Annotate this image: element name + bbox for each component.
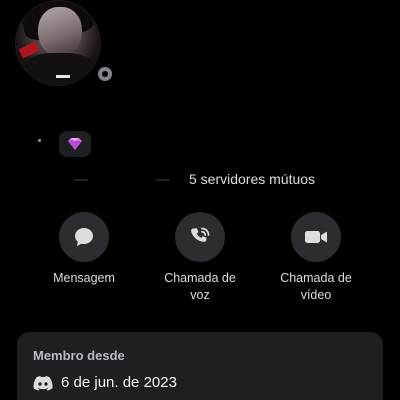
video-call-label: Chamada de vídeo xyxy=(280,271,352,302)
member-since-date: 6 de jun. de 2023 xyxy=(61,374,177,391)
voice-call-button-circle[interactable] xyxy=(175,212,225,262)
message-button-circle[interactable] xyxy=(59,212,109,262)
discord-logo-icon xyxy=(33,375,53,391)
video-call-button[interactable]: Chamada de vídeo xyxy=(261,212,371,304)
nitro-gem-icon xyxy=(68,138,82,150)
user-profile-screen: 5 servidores mútuos Mensagem Chamada de … xyxy=(0,0,400,400)
member-since-row: 6 de jun. de 2023 xyxy=(33,374,177,391)
mutual-servers-link[interactable]: 5 servidores mútuos xyxy=(189,170,315,188)
video-camera-icon xyxy=(305,231,327,243)
voice-call-label: Chamada de voz xyxy=(164,271,236,302)
avatar[interactable] xyxy=(15,0,101,86)
message-label: Mensagem xyxy=(53,271,115,285)
avatar-container[interactable] xyxy=(15,0,116,86)
member-since-title: Membro desde xyxy=(33,348,125,363)
display-name xyxy=(38,139,41,142)
member-since-card: Membro desde 6 de jun. de 2023 xyxy=(17,332,383,400)
nitro-badge[interactable] xyxy=(59,131,91,157)
chat-bubble-icon xyxy=(75,228,93,246)
phone-call-icon xyxy=(191,227,210,242)
video-call-button-circle[interactable] xyxy=(291,212,341,262)
status-offline-indicator xyxy=(94,63,116,85)
voice-call-button[interactable]: Chamada de voz xyxy=(145,212,255,304)
message-button[interactable]: Mensagem xyxy=(29,212,139,287)
